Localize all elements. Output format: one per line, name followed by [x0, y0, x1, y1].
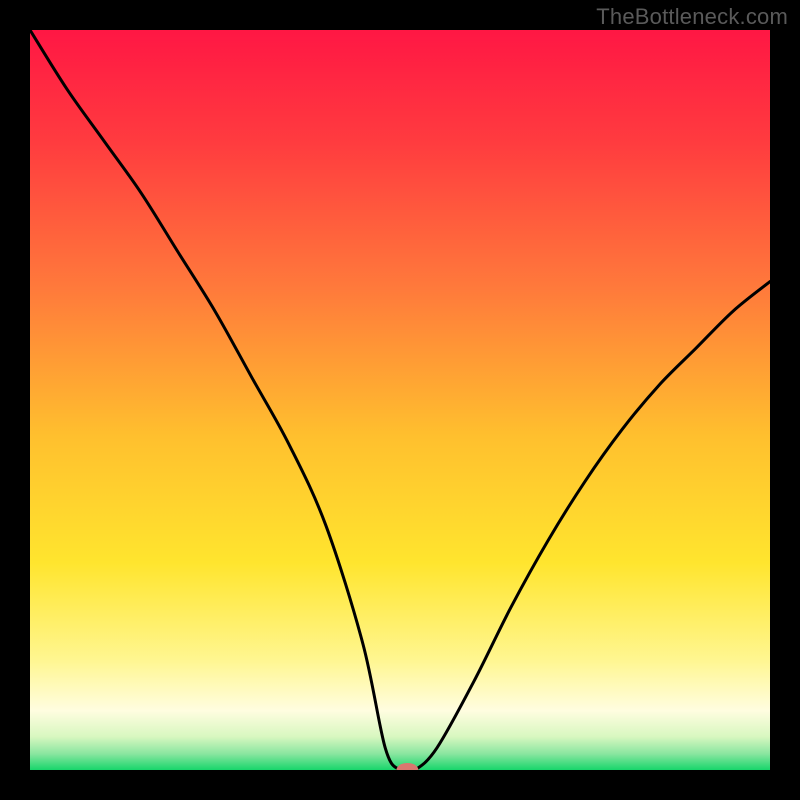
attribution-label: TheBottleneck.com	[596, 4, 788, 30]
bottleneck-chart	[0, 0, 800, 800]
chart-frame: TheBottleneck.com	[0, 0, 800, 800]
optimum-marker	[396, 763, 418, 777]
gradient-background	[30, 30, 770, 770]
